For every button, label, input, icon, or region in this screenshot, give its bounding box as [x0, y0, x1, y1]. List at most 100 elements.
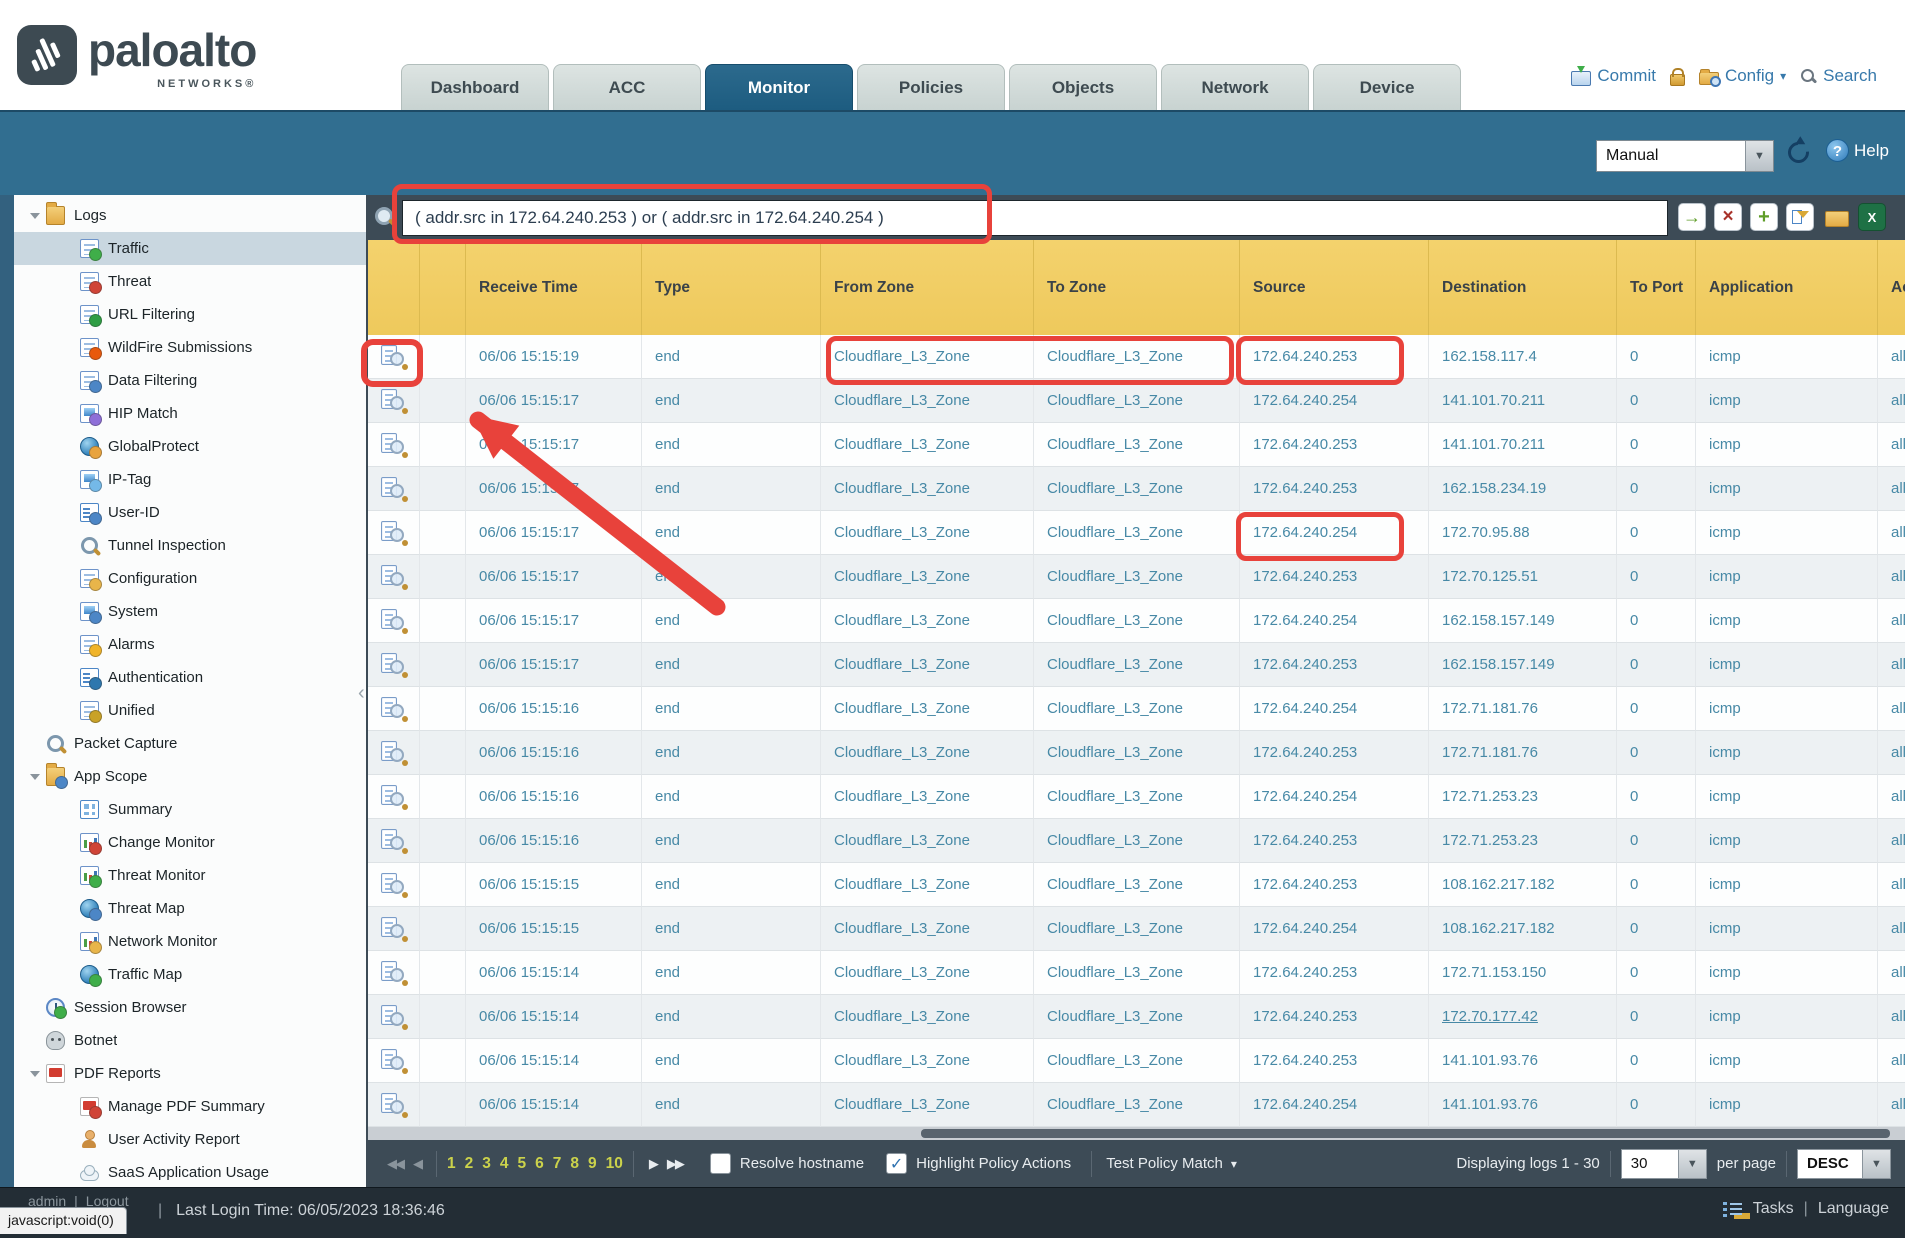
- log-row-14[interactable]: 06/06 15:15:15endCloudflare_L3_ZoneCloud…: [368, 907, 1905, 951]
- log-row-18[interactable]: 06/06 15:15:14endCloudflare_L3_ZoneCloud…: [368, 1083, 1905, 1127]
- sidebar-item-traffic[interactable]: Traffic: [14, 232, 366, 265]
- page-number-7[interactable]: 7: [553, 1155, 562, 1173]
- sidebar-item-threat-map[interactable]: Threat Map: [14, 892, 366, 925]
- log-row-13[interactable]: 06/06 15:15:15endCloudflare_L3_ZoneCloud…: [368, 863, 1905, 907]
- sidebar-item-system[interactable]: System: [14, 595, 366, 628]
- sidebar-item-app-scope[interactable]: App Scope: [14, 760, 366, 793]
- chevron-down-icon[interactable]: ▼: [1862, 1150, 1890, 1178]
- page-number-9[interactable]: 9: [588, 1155, 597, 1173]
- column-header-destination[interactable]: Destination: [1429, 240, 1617, 335]
- sidebar-item-threat-monitor[interactable]: Threat Monitor: [14, 859, 366, 892]
- log-detail-magnifier-icon[interactable]: [381, 741, 405, 764]
- tree-expander-icon[interactable]: [28, 769, 46, 785]
- log-row-16[interactable]: 06/06 15:15:14endCloudflare_L3_ZoneCloud…: [368, 995, 1905, 1039]
- search-button[interactable]: Search: [1800, 66, 1877, 86]
- sidebar-item-user-activity-report[interactable]: User Activity Report: [14, 1123, 366, 1156]
- sidebar-item-packet-capture[interactable]: Packet Capture: [14, 727, 366, 760]
- filter-query-input[interactable]: ( addr.src in 172.64.240.253 ) or ( addr…: [402, 200, 1668, 236]
- page-number-6[interactable]: 6: [535, 1155, 544, 1173]
- sidebar-item-wildfire-submissions[interactable]: WildFire Submissions: [14, 331, 366, 364]
- page-number-5[interactable]: 5: [518, 1155, 527, 1173]
- lock-icon[interactable]: [1670, 74, 1685, 86]
- test-policy-match-button[interactable]: Test Policy Match ▾: [1106, 1155, 1237, 1172]
- log-row-5[interactable]: 06/06 15:15:17endCloudflare_L3_ZoneCloud…: [368, 511, 1905, 555]
- log-detail-magnifier-icon[interactable]: [381, 1049, 405, 1072]
- log-row-1[interactable]: 06/06 15:15:19endCloudflare_L3_ZoneCloud…: [368, 335, 1905, 379]
- apply-filter-button[interactable]: →: [1678, 203, 1706, 231]
- sidebar-item-saas-application-usage[interactable]: SaaS Application Usage: [14, 1156, 366, 1187]
- page-number-1[interactable]: 1: [447, 1155, 456, 1173]
- page-number-8[interactable]: 8: [570, 1155, 579, 1173]
- tab-policies[interactable]: Policies: [857, 64, 1005, 110]
- page-number-4[interactable]: 4: [500, 1155, 509, 1173]
- help-button[interactable]: ? Help: [1826, 139, 1889, 162]
- log-row-17[interactable]: 06/06 15:15:14endCloudflare_L3_ZoneCloud…: [368, 1039, 1905, 1083]
- sidebar-item-summary[interactable]: Summary: [14, 793, 366, 826]
- log-row-10[interactable]: 06/06 15:15:16endCloudflare_L3_ZoneCloud…: [368, 731, 1905, 775]
- log-detail-magnifier-icon[interactable]: [381, 1093, 405, 1116]
- prev-page-button[interactable]: ◀: [408, 1156, 426, 1172]
- log-detail-magnifier-icon[interactable]: [381, 609, 405, 632]
- log-detail-magnifier-icon[interactable]: [381, 433, 405, 456]
- log-detail-magnifier-icon[interactable]: [381, 697, 405, 720]
- tab-dashboard[interactable]: Dashboard: [401, 64, 549, 110]
- log-row-3[interactable]: 06/06 15:15:17endCloudflare_L3_ZoneCloud…: [368, 423, 1905, 467]
- sidebar-item-traffic-map[interactable]: Traffic Map: [14, 958, 366, 991]
- sidebar-item-ip-tag[interactable]: IP-Tag: [14, 463, 366, 496]
- refresh-icon[interactable]: [1784, 138, 1814, 168]
- tree-expander-icon[interactable]: [28, 1066, 46, 1082]
- log-detail-magnifier-icon[interactable]: [381, 829, 405, 852]
- commit-button[interactable]: Commit: [1571, 66, 1656, 86]
- sidebar-item-url-filtering[interactable]: URL Filtering: [14, 298, 366, 331]
- tab-device[interactable]: Device: [1313, 64, 1461, 110]
- sidebar-item-pdf-reports[interactable]: PDF Reports: [14, 1057, 366, 1090]
- chevron-down-icon[interactable]: ▼: [1745, 141, 1773, 171]
- tab-monitor[interactable]: Monitor: [705, 64, 853, 110]
- sidebar-item-user-id[interactable]: User-ID: [14, 496, 366, 529]
- saved-filters-folder-icon[interactable]: [1822, 203, 1850, 231]
- sidebar-item-session-browser[interactable]: Session Browser: [14, 991, 366, 1024]
- log-row-9[interactable]: 06/06 15:15:16endCloudflare_L3_ZoneCloud…: [368, 687, 1905, 731]
- sidebar-item-manage-pdf-summary[interactable]: Manage PDF Summary: [14, 1090, 366, 1123]
- sidebar-item-network-monitor[interactable]: Network Monitor: [14, 925, 366, 958]
- last-page-button[interactable]: ▶▶: [662, 1156, 688, 1172]
- first-page-button[interactable]: ◀◀: [382, 1156, 408, 1172]
- log-row-12[interactable]: 06/06 15:15:16endCloudflare_L3_ZoneCloud…: [368, 819, 1905, 863]
- log-detail-magnifier-icon[interactable]: [381, 653, 405, 676]
- column-header-action[interactable]: Action: [1878, 240, 1905, 335]
- sidebar-item-change-monitor[interactable]: Change Monitor: [14, 826, 366, 859]
- sidebar-item-threat[interactable]: Threat: [14, 265, 366, 298]
- sort-order-select[interactable]: DESC ▼: [1797, 1149, 1891, 1179]
- scrollbar-thumb[interactable]: [921, 1129, 1889, 1138]
- column-header-from-zone[interactable]: From Zone: [821, 240, 1034, 335]
- log-row-2[interactable]: 06/06 15:15:17endCloudflare_L3_ZoneCloud…: [368, 379, 1905, 423]
- sidebar-item-data-filtering[interactable]: Data Filtering: [14, 364, 366, 397]
- column-header-source[interactable]: Source: [1240, 240, 1429, 335]
- log-detail-magnifier-icon[interactable]: [381, 345, 405, 368]
- log-row-15[interactable]: 06/06 15:15:14endCloudflare_L3_ZoneCloud…: [368, 951, 1905, 995]
- export-csv-icon[interactable]: X: [1858, 203, 1886, 231]
- tasks-button[interactable]: Tasks: [1753, 1200, 1794, 1218]
- config-menu-button[interactable]: Config ▾: [1699, 66, 1786, 86]
- sidebar-item-globalprotect[interactable]: GlobalProtect: [14, 430, 366, 463]
- tab-acc[interactable]: ACC: [553, 64, 701, 110]
- per-page-select[interactable]: 30 ▼: [1621, 1149, 1707, 1179]
- log-detail-magnifier-icon[interactable]: [381, 961, 405, 984]
- sidebar-item-hip-match[interactable]: HIP Match: [14, 397, 366, 430]
- page-number-10[interactable]: 10: [606, 1155, 623, 1173]
- highlight-policy-checkbox[interactable]: ✓: [886, 1153, 907, 1174]
- log-cell[interactable]: 172.70.177.42: [1429, 995, 1617, 1039]
- horizontal-scrollbar[interactable]: [368, 1127, 1905, 1140]
- refresh-mode-select[interactable]: Manual ▼: [1596, 140, 1774, 172]
- column-header-to-zone[interactable]: To Zone: [1034, 240, 1240, 335]
- page-number-3[interactable]: 3: [482, 1155, 491, 1173]
- sidebar-item-unified[interactable]: Unified: [14, 694, 366, 727]
- sidebar-item-logs[interactable]: Logs: [14, 199, 366, 232]
- log-row-4[interactable]: 06/06 15:15:17endCloudflare_L3_ZoneCloud…: [368, 467, 1905, 511]
- column-header-to-port[interactable]: To Port: [1617, 240, 1696, 335]
- log-detail-magnifier-icon[interactable]: [381, 389, 405, 412]
- column-header-application[interactable]: Application: [1696, 240, 1878, 335]
- tab-objects[interactable]: Objects: [1009, 64, 1157, 110]
- next-page-button[interactable]: ▶: [644, 1156, 662, 1172]
- log-detail-magnifier-icon[interactable]: [381, 873, 405, 896]
